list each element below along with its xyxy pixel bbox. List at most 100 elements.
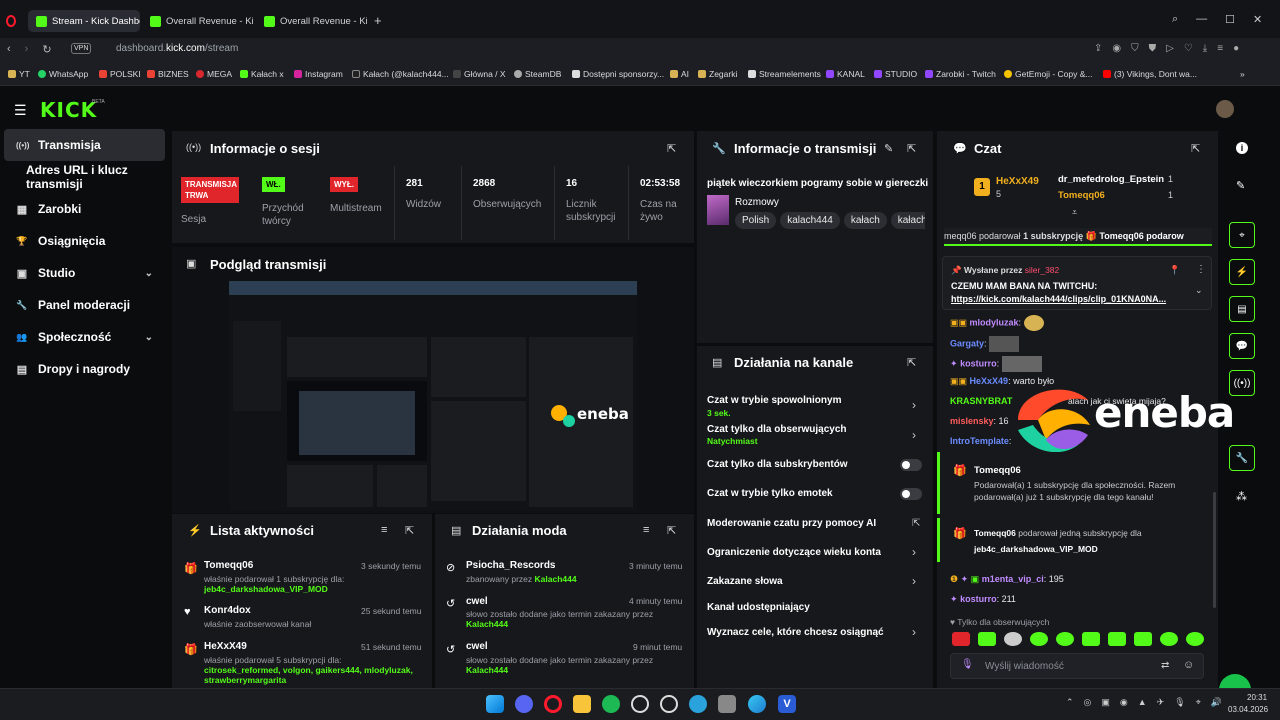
chevron-right-icon[interactable]: › (912, 428, 916, 442)
opera-logo-icon[interactable] (6, 15, 16, 27)
tray-icon[interactable]: ⌃ (1066, 697, 1074, 708)
popout-icon[interactable]: ⇱ (405, 524, 414, 537)
tray-icon[interactable]: ▣ (1101, 697, 1110, 708)
play-icon[interactable]: ▷ (1166, 43, 1174, 54)
wrench-tool-button[interactable]: 🔧 (1229, 445, 1255, 471)
chevron-right-icon[interactable]: › (912, 545, 916, 559)
activity-user[interactable]: Tomeqq06 (204, 560, 253, 571)
category-label[interactable]: Rozmowy (735, 197, 779, 208)
emote-icon[interactable] (1160, 632, 1178, 646)
bookmark-zarobki-twitch[interactable]: Zarobki - Twitch (925, 69, 996, 79)
reload-icon[interactable]: ↻ (42, 43, 51, 56)
chevron-right-icon[interactable]: › (912, 398, 916, 412)
emote-icon[interactable] (1108, 632, 1126, 646)
new-tab-button[interactable]: + (374, 13, 382, 28)
pinned-link[interactable]: https://kick.com/kalach444/clips/clip_01… (951, 294, 1166, 304)
download-icon[interactable]: ⤓ (1203, 43, 1207, 54)
chat-input[interactable]: Wyślij wiadomość (985, 661, 1064, 672)
broadcast-tool-button[interactable]: ((•)) (1229, 370, 1255, 396)
sub-event-target[interactable]: jeb4c_darkshadowa_VIP_MOD (974, 544, 1098, 554)
sidebar-item-spolecznosc[interactable]: 👥 Społeczność ⌄ (4, 321, 165, 353)
info-icon[interactable]: i (1236, 142, 1248, 154)
popout-icon[interactable]: ⇱ (667, 524, 676, 537)
pinned-message[interactable]: 📌 Wysłane przez siler_382 📍 ⋮ CZEMU MAM … (942, 256, 1212, 310)
ai-moderation-setting[interactable]: Moderowanie czatu przy pomocy AI (707, 518, 876, 529)
subscribers-only-toggle[interactable] (900, 459, 922, 471)
mic-icon[interactable]: 🎙 (961, 659, 974, 670)
globe-icon[interactable] (689, 695, 707, 713)
mod-action-word[interactable]: cwel (466, 641, 488, 652)
external-link-icon[interactable]: ⇱ (912, 518, 920, 529)
bookmark-x[interactable]: Główna / X (453, 69, 506, 79)
kick-logo[interactable]: KICK (40, 98, 97, 122)
emoji-picker-icon[interactable]: ☺ (1183, 659, 1194, 671)
collapse-icon[interactable]: ⩡ (1072, 207, 1077, 218)
tray-icon[interactable]: ◎ (1084, 697, 1092, 708)
emote-icon[interactable] (978, 632, 996, 646)
tab-overall-revenue-2[interactable]: Overall Revenue - Kick Da (256, 10, 368, 32)
bookmark-kanal[interactable]: KANAL (826, 69, 865, 79)
leader-2-name[interactable]: dr_mefedrolog_Epstein (1058, 174, 1164, 185)
edit-icon[interactable]: ✎ (884, 142, 893, 155)
mod-action-word[interactable]: cwel (466, 596, 488, 607)
emote-icon[interactable] (1134, 632, 1152, 646)
bookmark-ai[interactable]: AI (670, 69, 689, 79)
bookmark-tiktok[interactable]: Kałach (@kalach444... (352, 69, 449, 79)
chevron-right-icon[interactable]: › (912, 574, 916, 588)
tag-pill[interactable]: kałach4 (890, 212, 925, 229)
camera-icon[interactable]: ◉ (1112, 43, 1121, 54)
activity-user[interactable]: Konr4dox (204, 605, 251, 616)
flash-tool-button[interactable]: ⚡ (1229, 259, 1255, 285)
account-age-setting[interactable]: Ograniczenie dotyczące wieku konta (707, 547, 881, 558)
tab-stream-dashboard[interactable]: Stream - Kick Dashboard (28, 10, 140, 32)
filter-icon[interactable]: ≡ (381, 524, 387, 536)
filter-icon[interactable]: ≡ (643, 524, 649, 536)
bookmark-polski[interactable]: POLSKI (99, 69, 141, 79)
close-icon[interactable]: ✕ (1253, 13, 1262, 26)
mic-icon[interactable]: 🎙 (1174, 697, 1185, 708)
bookmark-vikings[interactable]: (3) Vikings, Dont wa... (1103, 69, 1197, 79)
app-icon[interactable] (660, 695, 678, 713)
sidebar-item-osiagniecia[interactable]: 🏆 Osiągnięcia (4, 225, 165, 257)
clock-date[interactable]: 03.04.2026 (1228, 705, 1268, 714)
bookmark-kalach-x[interactable]: Kałach x (240, 69, 284, 79)
sidebar-item-studio[interactable]: ▣ Studio ⌄ (4, 257, 165, 289)
scrollbar[interactable] (1213, 492, 1216, 608)
chevron-down-icon[interactable]: ⌄ (145, 268, 153, 279)
leader-1-name[interactable]: HeXxX49 (996, 176, 1039, 187)
search-tabs-icon[interactable]: ⌕ (1172, 13, 1178, 26)
vpn-badge[interactable]: VPN (71, 43, 92, 54)
followers-only-setting[interactable]: Czat tylko dla obserwujących (707, 424, 847, 435)
bookmark-whatsapp[interactable]: WhatsApp (38, 69, 88, 79)
calculator-icon[interactable] (718, 695, 736, 713)
user-avatar[interactable] (1216, 100, 1234, 118)
emote-only-toggle[interactable] (900, 488, 922, 500)
start-icon[interactable] (486, 695, 504, 713)
sub-event-user[interactable]: Tomeqq06 (974, 465, 1021, 476)
tray-icon[interactable]: ◉ (1120, 697, 1128, 708)
sidebar-item-stream-url-key[interactable]: Adres URL i klucz transmisji (4, 161, 165, 193)
share-icon[interactable]: ⇪ (1094, 43, 1102, 54)
tag-pill[interactable]: kałach (843, 212, 887, 229)
emote-icon[interactable] (1004, 632, 1022, 646)
emote-icon[interactable] (1082, 632, 1100, 646)
translate-icon[interactable]: ⇄ (1161, 660, 1169, 671)
chevron-right-icon[interactable]: › (912, 625, 916, 639)
notes-tool-button[interactable]: ▤ (1229, 296, 1255, 322)
host-channel-setting[interactable]: Kanał udostępniający (707, 602, 810, 613)
vegas-icon[interactable]: V (778, 695, 796, 713)
bookmark-zegarki[interactable]: Zegarki (698, 69, 737, 79)
bookmark-mega[interactable]: MEGA (196, 69, 232, 79)
spotify-icon[interactable] (602, 695, 620, 713)
tag-pill[interactable]: kalach444 (780, 212, 840, 229)
mod-action-user[interactable]: Psiocha_Rescords (466, 560, 556, 571)
sidebar-item-dropy[interactable]: ▤ Dropy i nagrody (4, 353, 165, 385)
menu-icon[interactable]: ≡ (1217, 43, 1223, 54)
more-options-icon[interactable]: ⋮ (1196, 264, 1206, 275)
emote-icon[interactable] (1186, 632, 1204, 646)
chevron-down-icon[interactable]: ⌄ (145, 332, 153, 343)
sidebar-item-transmisja[interactable]: ((•)) Transmisja (4, 129, 165, 161)
back-icon[interactable]: ‹ (7, 43, 11, 56)
bookmark-instagram[interactable]: Instagram (294, 69, 343, 79)
sidebar-item-panel-moderacji[interactable]: 🔧 Panel moderacji (4, 289, 165, 321)
